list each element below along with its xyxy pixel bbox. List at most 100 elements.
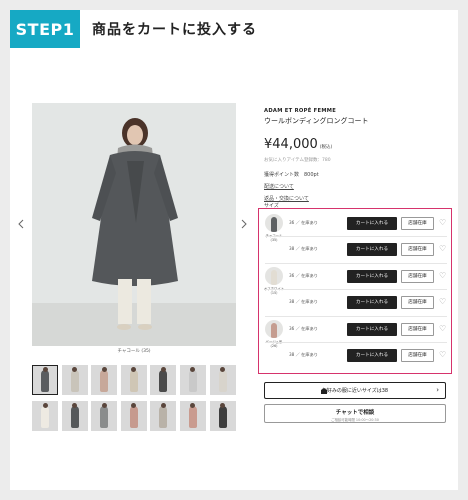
size-stock: 36 ／ 在庫あり bbox=[289, 326, 318, 331]
add-to-cart-button[interactable]: カートに入れる bbox=[347, 242, 397, 256]
chat-hours: ご相談可能時間 10:00〜20:30 bbox=[331, 418, 379, 422]
swatch-figure bbox=[271, 217, 277, 232]
thumbnail-figure bbox=[188, 406, 197, 428]
chevron-right-icon: › bbox=[436, 386, 439, 394]
thumbnail-figure bbox=[218, 370, 227, 392]
size-row: 36 ／ 在庫あり カートに入れる 店舗在庫 ♡ bbox=[289, 321, 447, 337]
thumbnail[interactable] bbox=[61, 365, 88, 395]
size-stock: 38 ／ 在庫あり bbox=[289, 246, 318, 251]
thumbnail-head bbox=[101, 367, 107, 372]
size-row: 36 ／ 在庫あり カートに入れる 店舗在庫 ♡ bbox=[289, 268, 447, 284]
product-name: ウールボンディングロングコート bbox=[264, 117, 369, 125]
thumbnail[interactable] bbox=[91, 401, 118, 431]
size-row: 38 ／ 在庫あり カートに入れる 店舗在庫 ♡ bbox=[289, 347, 447, 363]
thumbnail-head bbox=[160, 403, 166, 408]
heart-icon[interactable]: ♡ bbox=[439, 351, 446, 359]
add-to-cart-button[interactable]: カートに入れる bbox=[347, 322, 397, 336]
thumbnail-figure bbox=[129, 370, 138, 392]
thumbnail[interactable] bbox=[150, 365, 177, 395]
photo-caption: チャコール (35) bbox=[117, 349, 151, 354]
size-row: 38 ／ 在庫あり カートに入れる 店舗在庫 ♡ bbox=[289, 241, 447, 257]
color-swatch bbox=[265, 320, 283, 338]
thumbnail-figure bbox=[41, 370, 49, 392]
store-stock-button[interactable]: 店舗在庫 bbox=[401, 348, 434, 362]
thumbnail[interactable] bbox=[209, 365, 236, 395]
returns-link[interactable]: 返品・交換について bbox=[264, 195, 454, 202]
swatch-figure bbox=[271, 270, 277, 285]
thumbnail-figure bbox=[100, 406, 109, 428]
tax-note: (税込) bbox=[319, 145, 333, 150]
thumbnail-figure bbox=[70, 370, 79, 392]
size-row: 38 ／ 在庫あり カートに入れる 店舗在庫 ♡ bbox=[289, 294, 447, 310]
size-stock: 36 ／ 在庫あり bbox=[289, 273, 318, 278]
color-swatch bbox=[265, 267, 283, 285]
row-divider bbox=[265, 236, 447, 237]
thumbnail-head bbox=[42, 403, 48, 408]
swatch-figure bbox=[271, 323, 277, 338]
add-to-cart-button[interactable]: カートに入れる bbox=[347, 269, 397, 283]
step-badge: STEP1 bbox=[10, 10, 80, 48]
size-stock: 36 ／ 在庫あり bbox=[289, 220, 318, 225]
chat-label: チャットで相談 bbox=[335, 410, 375, 416]
thumbnail[interactable] bbox=[120, 365, 147, 395]
group-divider bbox=[265, 263, 447, 264]
gallery-prev-arrow[interactable] bbox=[18, 218, 24, 232]
thumbnail-figure bbox=[70, 406, 79, 428]
thumbnail-head bbox=[101, 403, 107, 408]
thumbnail-figure bbox=[41, 406, 49, 428]
thumbnail-figure bbox=[159, 406, 168, 428]
size-hint-button[interactable]: お好みの服に近いサイズは38 › bbox=[264, 382, 446, 399]
points-earned: 獲得ポイント数 800pt bbox=[264, 172, 319, 178]
delivery-link[interactable]: 配送について bbox=[264, 183, 454, 190]
color-group: ベージュ系 (26)36 ／ 在庫ありカートに入れる店舗在庫♡38 ／ 在庫あり… bbox=[265, 320, 447, 372]
size-stock: 38 ／ 在庫あり bbox=[289, 352, 318, 357]
thumbnail-grid bbox=[32, 365, 236, 431]
thumbnail[interactable] bbox=[32, 365, 58, 395]
group-divider bbox=[265, 316, 447, 317]
store-stock-button[interactable]: 店舗在庫 bbox=[401, 322, 434, 336]
thumbnail[interactable] bbox=[120, 401, 147, 431]
product-info: ADAM ET ROPÉ FEMME ウールボンディングロングコート ¥44,0… bbox=[264, 108, 454, 202]
store-stock-button[interactable]: 店舗在庫 bbox=[401, 242, 434, 256]
store-stock-button[interactable]: 店舗在庫 bbox=[401, 216, 434, 230]
thumbnail[interactable] bbox=[91, 365, 118, 395]
heart-icon[interactable]: ♡ bbox=[439, 245, 446, 253]
color-group: チャコール (35)36 ／ 在庫ありカートに入れる店舗在庫♡38 ／ 在庫あり… bbox=[265, 214, 447, 266]
thumbnail-figure bbox=[218, 406, 227, 428]
step-title: 商品をカートに投入する bbox=[92, 22, 257, 38]
chevron-left-icon bbox=[18, 219, 24, 229]
add-to-cart-button[interactable]: カートに入れる bbox=[347, 295, 397, 309]
brand-name[interactable]: ADAM ET ROPÉ FEMME bbox=[264, 108, 454, 114]
heart-icon[interactable]: ♡ bbox=[439, 325, 446, 333]
size-hint-label: お好みの服に近いサイズは38 bbox=[321, 388, 389, 394]
thumbnail[interactable] bbox=[179, 401, 206, 431]
hanger-icon bbox=[321, 388, 327, 394]
chat-consult-button[interactable]: チャットで相談 ご相談可能時間 10:00〜20:30 bbox=[264, 404, 446, 423]
step-header: STEP1 商品をカートに投入する bbox=[10, 10, 257, 48]
thumbnail[interactable] bbox=[61, 401, 88, 431]
heart-icon[interactable]: ♡ bbox=[439, 272, 446, 280]
thumbnail-head bbox=[160, 367, 166, 372]
row-divider bbox=[265, 289, 447, 290]
thumbnail-figure bbox=[100, 370, 109, 392]
thumbnail[interactable] bbox=[209, 401, 236, 431]
thumbnail[interactable] bbox=[150, 401, 177, 431]
thumbnail-figure bbox=[159, 370, 168, 392]
price: ¥44,000 bbox=[264, 137, 318, 152]
heart-icon[interactable]: ♡ bbox=[439, 298, 446, 306]
store-stock-button[interactable]: 店舗在庫 bbox=[401, 269, 434, 283]
gallery-next-arrow[interactable] bbox=[241, 218, 247, 232]
price-row: ¥44,000 (税込) bbox=[264, 137, 454, 152]
color-group: オフホワイト（15）36 ／ 在庫ありカートに入れる店舗在庫♡38 ／ 在庫あり… bbox=[264, 267, 447, 319]
row-divider bbox=[265, 342, 447, 343]
add-to-cart-button[interactable]: カートに入れる bbox=[347, 216, 397, 230]
main-product-photo[interactable] bbox=[32, 103, 236, 346]
store-stock-button[interactable]: 店舗在庫 bbox=[401, 295, 434, 309]
size-stock: 38 ／ 在庫あり bbox=[289, 299, 318, 304]
thumbnail[interactable] bbox=[179, 365, 206, 395]
thumbnail[interactable] bbox=[32, 401, 58, 431]
add-to-cart-button[interactable]: カートに入れる bbox=[347, 348, 397, 362]
heart-icon[interactable]: ♡ bbox=[439, 219, 446, 227]
chevron-right-icon bbox=[241, 219, 247, 229]
color-swatch bbox=[265, 214, 283, 232]
